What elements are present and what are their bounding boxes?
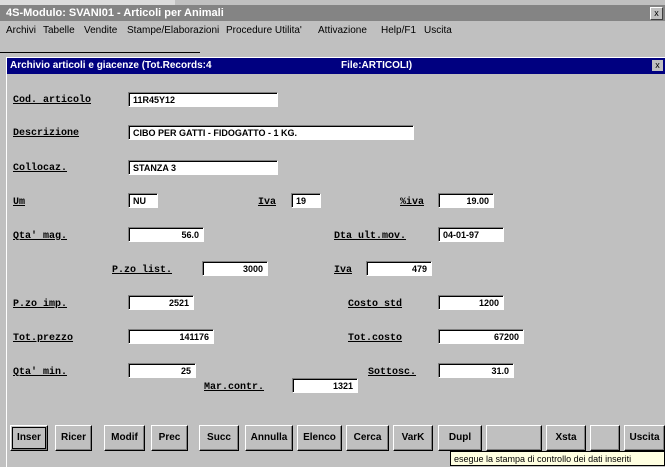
child-window xyxy=(6,57,665,467)
label-qta-min: Qta' min. xyxy=(13,367,68,378)
label-qta-mag: Qta' mag. xyxy=(13,231,68,242)
child-title: Archivio articoli e giacenze (Tot.Record… xyxy=(10,60,212,71)
inser-button[interactable]: Inser xyxy=(10,425,48,451)
xsta-button[interactable]: Xsta xyxy=(546,425,586,451)
iva-list-field[interactable]: 479 xyxy=(366,261,432,276)
menu-stampe[interactable]: Stampe/Elaborazioni xyxy=(127,24,219,38)
menu-help[interactable]: Help/F1 xyxy=(381,24,416,38)
menu-uscita[interactable]: Uscita xyxy=(424,24,452,38)
menu-vendite[interactable]: Vendite xyxy=(84,24,117,38)
label-cod-articolo: Cod. articolo xyxy=(13,95,92,106)
cod-articolo-field[interactable]: 11R45Y12 xyxy=(128,92,278,107)
label-dta-ult-mov: Dta ult.mov. xyxy=(334,231,407,242)
annulla-button[interactable]: Annulla xyxy=(245,425,293,451)
label-aliva: %iva xyxy=(400,197,425,208)
collocaz-field[interactable]: STANZA 3 xyxy=(128,160,278,175)
label-tot-prezzo: Tot.prezzo xyxy=(13,333,74,344)
menu-divider xyxy=(0,52,200,53)
dta-ult-mov-field[interactable]: 04-01-97 xyxy=(438,227,504,242)
label-costo-std: Costo std xyxy=(348,299,403,310)
qta-mag-field[interactable]: 56.0 xyxy=(128,227,204,242)
descrizione-field[interactable]: CIBO PER GATTI - FIDOGATTO - 1 KG. xyxy=(128,125,414,140)
app-title: 4S-Modulo: SVANI01 - Articoli per Animal… xyxy=(6,7,224,19)
label-mar-contr: Mar.contr. xyxy=(204,382,265,393)
app-title-bar: 4S-Modulo: SVANI01 - Articoli per Animal… xyxy=(0,5,665,21)
menu-procedure[interactable]: Procedure Utilita' xyxy=(226,24,302,38)
label-pzo-list: P.zo list. xyxy=(112,265,173,276)
iva-field[interactable]: 19 xyxy=(291,193,321,208)
label-sottosc: Sottosc. xyxy=(368,367,417,378)
blank-button-2[interactable] xyxy=(590,425,620,451)
label-um: Um xyxy=(13,197,26,208)
child-close-button[interactable]: x xyxy=(652,60,663,71)
prec-button[interactable]: Prec xyxy=(151,425,188,451)
uscita-button[interactable]: Uscita xyxy=(624,425,665,451)
costo-std-field[interactable]: 1200 xyxy=(438,295,504,310)
pzo-imp-field[interactable]: 2521 xyxy=(128,295,194,310)
child-file-label: File:ARTICOLI) xyxy=(341,60,413,71)
pzo-list-field[interactable]: 3000 xyxy=(202,261,268,276)
dupl-button[interactable]: Dupl xyxy=(438,425,482,451)
elenco-button[interactable]: Elenco xyxy=(297,425,342,451)
menu-archivi[interactable]: Archivi xyxy=(6,24,36,38)
child-title-bar: Archivio articoli e giacenze (Tot.Record… xyxy=(7,58,665,74)
ricer-button[interactable]: Ricer xyxy=(55,425,92,451)
label-tot-costo: Tot.costo xyxy=(348,333,403,344)
tot-costo-field[interactable]: 67200 xyxy=(438,329,524,344)
blank-button-1[interactable] xyxy=(486,425,542,451)
label-collocaz: Collocaz. xyxy=(13,163,68,174)
label-descrizione: Descrizione xyxy=(13,128,80,139)
tot-prezzo-field[interactable]: 141176 xyxy=(128,329,214,344)
tooltip: esegue la stampa di controllo dei dati i… xyxy=(450,451,665,466)
menu-attivazione[interactable]: Attivazione xyxy=(318,24,367,38)
succ-button[interactable]: Succ xyxy=(199,425,239,451)
app-close-button[interactable]: x xyxy=(650,7,663,20)
label-iva-list: Iva xyxy=(334,265,353,276)
label-pzo-imp: P.zo imp. xyxy=(13,299,68,310)
label-iva: Iva xyxy=(258,197,277,208)
menu-bar: Archivi Tabelle Vendite Stampe/Elaborazi… xyxy=(0,22,665,40)
sottosc-field[interactable]: 31.0 xyxy=(438,363,514,378)
vark-button[interactable]: VarK xyxy=(393,425,433,451)
menu-tabelle[interactable]: Tabelle xyxy=(43,24,75,38)
um-field[interactable]: NU xyxy=(128,193,158,208)
mar-contr-field[interactable]: 1321 xyxy=(292,378,358,393)
qta-min-field[interactable]: 25 xyxy=(128,363,196,378)
aliva-field[interactable]: 19.00 xyxy=(438,193,494,208)
cerca-button[interactable]: Cerca xyxy=(346,425,389,451)
modif-button[interactable]: Modif xyxy=(104,425,145,451)
